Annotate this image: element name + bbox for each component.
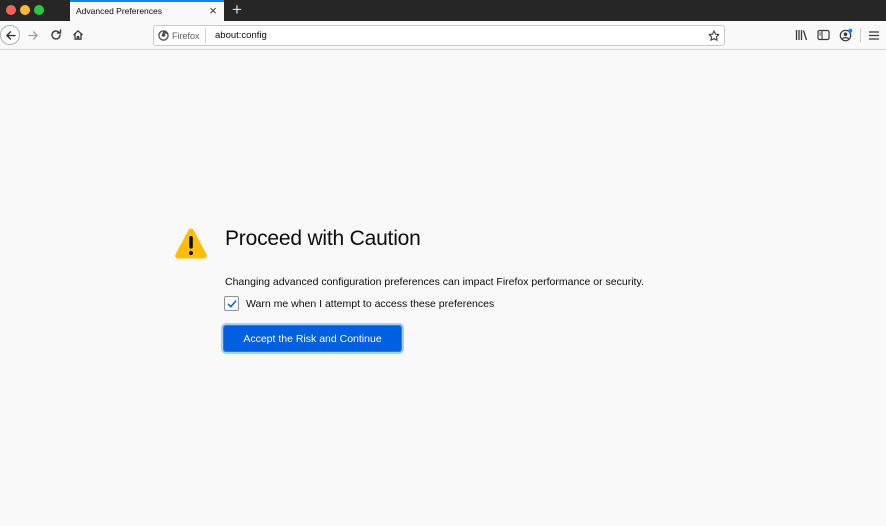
warning-triangle-icon [175,228,207,259]
bookmark-button[interactable] [706,28,721,43]
tab-advanced-preferences[interactable]: Advanced Preferences × [70,0,224,21]
bookmark-star-icon [708,29,719,41]
accept-risk-button[interactable]: Accept the Risk and Continue [224,326,401,351]
forward-button[interactable] [24,24,42,46]
warn-checkbox-row[interactable]: Warn me when I attempt to access these p… [224,296,494,311]
tab-strip: Advanced Preferences × + [0,0,886,21]
home-button[interactable] [69,24,87,46]
window-minimize-button[interactable] [20,5,30,15]
forward-arrow-icon [27,30,38,40]
library-icon [795,30,807,41]
window-zoom-button[interactable] [34,5,44,15]
home-icon [73,30,83,40]
navigation-toolbar: Firefox about:config [0,21,886,50]
tab-close-icon[interactable]: × [207,4,219,18]
sidebar-button[interactable] [814,26,832,44]
warn-checkbox-label[interactable]: Warn me when I attempt to access these p… [246,298,494,310]
tab-title: Advanced Preferences [76,6,162,16]
window-close-button[interactable] [6,5,16,15]
toolbar-separator [860,28,861,42]
account-button[interactable] [837,26,855,44]
reload-button[interactable] [47,24,65,46]
sidebar-icon [816,29,830,41]
identity-box[interactable]: Firefox [158,28,206,43]
account-icon [839,28,853,42]
warning-description: Changing advanced configuration preferen… [225,276,644,288]
back-arrow-icon [5,30,16,40]
page-title: Proceed with Caution [225,227,421,250]
menu-button[interactable] [865,26,883,44]
back-button[interactable] [0,25,20,45]
identity-label: Firefox [172,30,200,41]
hamburger-menu-icon [868,30,880,40]
url-bar[interactable]: Firefox about:config [153,25,725,46]
url-input[interactable]: about:config [215,30,267,41]
warn-checkbox[interactable] [224,296,239,311]
library-button[interactable] [792,26,810,44]
firefox-icon [158,30,169,41]
checkmark-icon [227,299,236,307]
about-config-warning-page: Proceed with Caution Changing advanced c… [0,51,886,526]
new-tab-button[interactable]: + [229,1,245,19]
reload-icon [51,29,62,40]
